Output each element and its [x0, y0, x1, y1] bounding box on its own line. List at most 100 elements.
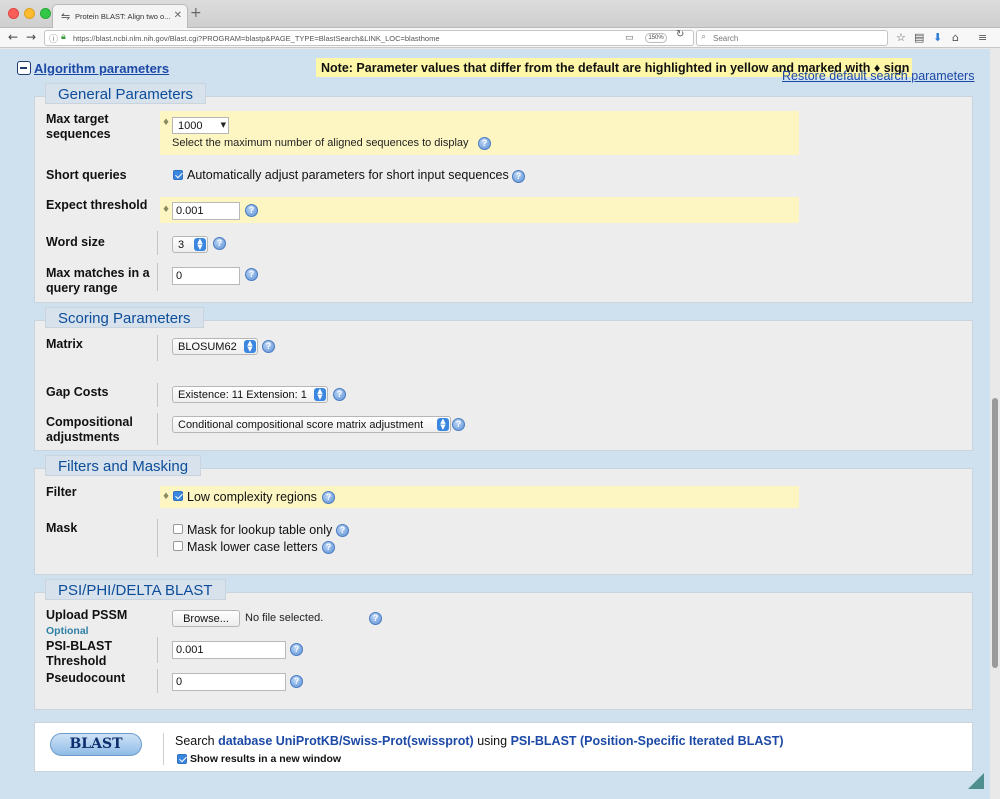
- psi-threshold-input[interactable]: [172, 641, 286, 659]
- max-matches-input[interactable]: [172, 267, 240, 285]
- new-window-text: Show results in a new window: [190, 753, 342, 765]
- changed-diamond-icon: ♦: [162, 118, 171, 128]
- clipboard-icon[interactable]: ▤: [914, 31, 924, 44]
- back-arrow-icon[interactable]: ←: [8, 30, 18, 44]
- separator: [163, 733, 164, 765]
- separator: [157, 263, 158, 291]
- expect-threshold-label: Expect threshold: [46, 198, 148, 212]
- scoring-parameters-legend: Scoring Parameters: [45, 307, 204, 328]
- changed-diamond-icon: ♦: [162, 205, 171, 215]
- close-window-button[interactable]: [8, 8, 19, 19]
- menu-icon[interactable]: ≡: [978, 31, 987, 44]
- help-icon[interactable]: ?: [452, 418, 465, 431]
- max-target-label: Max target sequences: [46, 112, 111, 141]
- help-icon[interactable]: ?: [213, 237, 226, 250]
- new-tab-icon[interactable]: +: [190, 5, 202, 21]
- collapse-icon[interactable]: [17, 61, 31, 75]
- database-link[interactable]: database UniProtKB/Swiss-Prot(swissprot): [218, 734, 474, 748]
- changed-diamond-icon: ♦: [162, 492, 171, 502]
- no-file-text: No file selected.: [245, 612, 324, 624]
- help-icon[interactable]: ?: [478, 137, 491, 150]
- help-icon[interactable]: ?: [322, 491, 335, 504]
- reload-icon[interactable]: ↻: [676, 29, 684, 40]
- gap-costs-label: Gap Costs: [46, 385, 109, 399]
- download-arrow-icon[interactable]: ⬇: [933, 31, 942, 44]
- help-icon[interactable]: ?: [336, 524, 349, 537]
- select-arrows-icon: ▲ ▼: [244, 340, 256, 353]
- separator: [157, 669, 158, 693]
- help-icon[interactable]: ?: [333, 388, 346, 401]
- gap-costs-select[interactable]: Existence: 11 Extension: 1 ▲ ▼: [172, 386, 328, 403]
- browser-tabbar: ⇋ Protein BLAST: Align two o... ✕ +: [0, 0, 1000, 28]
- separator: [157, 383, 158, 407]
- short-queries-checkbox[interactable]: [173, 170, 183, 180]
- browser-navbar: ← → ⓘ 🔒︎ https://blast.ncbi.nlm.nih.gov/…: [0, 28, 1000, 48]
- search-icon: ⌕: [701, 32, 707, 42]
- lock-icon: 🔒︎: [61, 32, 66, 42]
- resize-corner-icon: [968, 773, 984, 789]
- scrollbar-thumb[interactable]: [992, 398, 998, 668]
- max-matches-label: Max matches in a query range: [46, 266, 150, 295]
- filters-fieldset: Filters and Masking: [34, 455, 973, 575]
- tab-title: Protein BLAST: Align two o...: [75, 12, 170, 21]
- filter-label: Filter: [46, 485, 77, 499]
- close-tab-icon[interactable]: ✕: [174, 10, 182, 21]
- blast-favicon-icon: ⇋: [61, 10, 71, 23]
- psi-legend: PSI/PHI/DELTA BLAST: [45, 579, 226, 600]
- help-icon[interactable]: ?: [245, 268, 258, 281]
- optional-label: Optional: [46, 625, 89, 637]
- help-icon[interactable]: ?: [290, 643, 303, 656]
- mask-lookup-text: Mask for lookup table only: [187, 523, 333, 537]
- word-size-value: 3: [178, 239, 185, 251]
- maximize-window-button[interactable]: [40, 8, 51, 19]
- short-queries-text: Automatically adjust parameters for shor…: [187, 168, 509, 182]
- gap-costs-value: Existence: 11 Extension: 1: [178, 389, 307, 401]
- zoom-level[interactable]: 150%: [645, 33, 667, 43]
- compositional-select[interactable]: Conditional compositional score matrix a…: [172, 416, 451, 433]
- select-arrows-icon: ▲ ▼: [194, 238, 206, 251]
- expect-threshold-input[interactable]: [172, 202, 240, 220]
- filters-legend: Filters and Masking: [45, 455, 202, 476]
- info-icon[interactable]: ⓘ: [49, 32, 58, 45]
- browser-search-bar[interactable]: ⌕: [696, 30, 888, 46]
- help-icon[interactable]: ?: [262, 340, 275, 353]
- home-icon[interactable]: ⌂: [952, 31, 959, 44]
- browser-tab[interactable]: ⇋ Protein BLAST: Align two o... ✕: [52, 4, 188, 28]
- mask-lookup-checkbox[interactable]: [173, 524, 183, 534]
- pseudocount-input[interactable]: [172, 673, 286, 691]
- low-complexity-checkbox[interactable]: [173, 491, 183, 501]
- browse-button[interactable]: Browse...: [172, 610, 240, 627]
- mask-lower-checkbox[interactable]: [173, 541, 183, 551]
- separator: [157, 413, 158, 445]
- help-icon[interactable]: ?: [369, 612, 382, 625]
- algorithm-parameters-link[interactable]: Algorithm parameters: [34, 61, 169, 76]
- forward-arrow-icon[interactable]: →: [26, 30, 36, 44]
- max-target-select[interactable]: 1000 ▼: [172, 117, 229, 134]
- browser-search-input[interactable]: [713, 33, 883, 44]
- new-window-checkbox[interactable]: [177, 754, 187, 764]
- help-icon[interactable]: ?: [245, 204, 258, 217]
- help-icon[interactable]: ?: [290, 675, 303, 688]
- reader-view-icon[interactable]: ▭: [625, 33, 634, 43]
- separator: [157, 335, 158, 361]
- minimize-window-button[interactable]: [24, 8, 35, 19]
- mask-lower-text: Mask lower case letters: [187, 540, 318, 554]
- general-parameters-legend: General Parameters: [45, 83, 207, 104]
- help-icon[interactable]: ?: [512, 170, 525, 183]
- help-icon[interactable]: ?: [322, 541, 335, 554]
- pseudocount-label: Pseudocount: [46, 671, 126, 685]
- restore-defaults-link[interactable]: Restore default search parameters: [782, 69, 974, 83]
- url-text[interactable]: https://blast.ncbi.nlm.nih.gov/Blast.cgi…: [73, 34, 440, 43]
- url-bar[interactable]: ⓘ 🔒︎ https://blast.ncbi.nlm.nih.gov/Blas…: [44, 30, 694, 46]
- bookmark-star-icon[interactable]: ☆: [896, 31, 906, 44]
- short-queries-label: Short queries: [46, 168, 127, 182]
- blast-button[interactable]: BLAST: [50, 733, 142, 756]
- psi-threshold-label: PSI-BLAST Threshold: [46, 639, 112, 668]
- compositional-value: Conditional compositional score matrix a…: [178, 419, 424, 431]
- word-size-select[interactable]: 3 ▲ ▼: [172, 236, 208, 253]
- compositional-label: Compositional adjustments: [46, 415, 133, 444]
- separator: [157, 637, 158, 663]
- matrix-select[interactable]: BLOSUM62 ▲ ▼: [172, 338, 258, 355]
- program-link[interactable]: PSI-BLAST (Position-Specific Iterated BL…: [511, 734, 784, 748]
- search-summary: Search database UniProtKB/Swiss-Prot(swi…: [175, 734, 784, 748]
